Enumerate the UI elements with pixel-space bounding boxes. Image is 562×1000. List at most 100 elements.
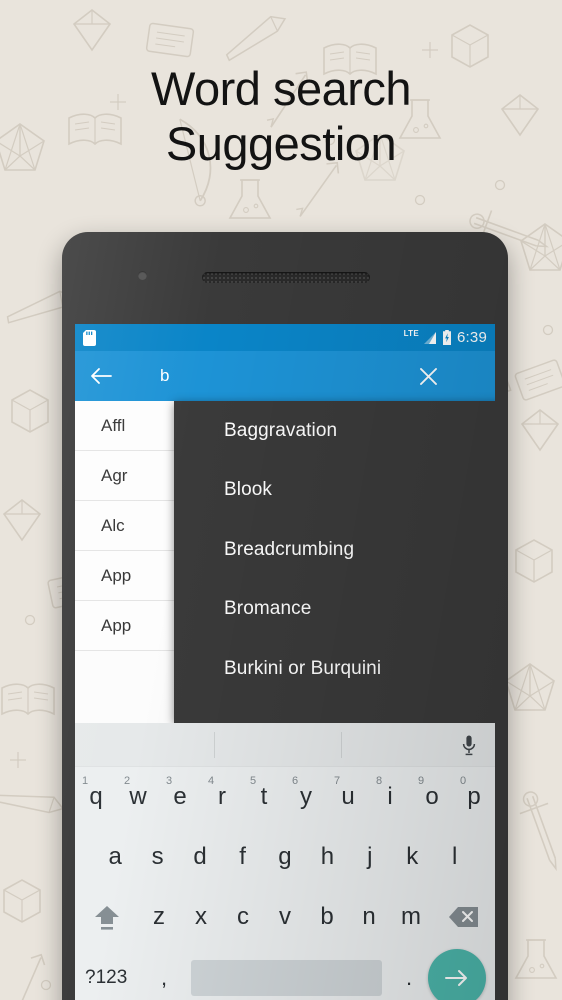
result-label: Agr <box>101 465 128 485</box>
key-label: d <box>193 843 207 870</box>
key-label: g <box>278 843 292 870</box>
key-label: k <box>406 843 419 870</box>
key-r[interactable]: 4r <box>201 767 243 827</box>
key-h[interactable]: h <box>306 827 348 887</box>
key-label: s <box>151 843 164 870</box>
list-item[interactable]: Breadcrumbing <box>174 520 495 580</box>
key-label: l <box>452 843 458 870</box>
key-b[interactable]: b <box>306 887 348 947</box>
key-label: w <box>129 783 147 810</box>
key-k[interactable]: k <box>391 827 433 887</box>
key-number: 9 <box>418 775 425 787</box>
key-label: y <box>300 783 312 810</box>
keyboard-suggestion-strip[interactable] <box>75 723 495 767</box>
key-label: h <box>320 843 335 870</box>
headline-line-1: Word search <box>150 62 412 115</box>
key-label: x <box>195 903 207 930</box>
key-label: q <box>89 783 103 810</box>
backspace-icon <box>448 907 478 927</box>
overflow-menu-button[interactable] <box>451 351 495 401</box>
on-screen-keyboard: 1q 2w 3e 4r 5t 6y 7u 8i 9o 0p a s d f g … <box>75 723 495 1000</box>
key-m[interactable]: m <box>390 887 432 947</box>
status-bar-clock: 6:39 <box>457 329 487 346</box>
list-item[interactable]: Blook <box>174 461 495 521</box>
voice-input-button[interactable] <box>457 732 481 758</box>
list-item[interactable]: Bromance <box>174 580 495 640</box>
backspace-key[interactable] <box>432 887 495 947</box>
clear-search-button[interactable] <box>405 351 451 401</box>
comma-key[interactable]: , <box>145 947 183 1000</box>
microphone-icon <box>462 735 476 755</box>
key-n[interactable]: n <box>348 887 390 947</box>
shift-key[interactable] <box>75 887 138 947</box>
key-o[interactable]: 9o <box>411 767 453 827</box>
key-label: v <box>279 903 291 930</box>
list-item[interactable]: Burkini or Burquini <box>174 639 495 699</box>
search-toolbar: b <box>75 351 495 401</box>
key-w[interactable]: 2w <box>117 767 159 827</box>
key-label: r <box>218 783 226 810</box>
suggestion-label: Baggravation <box>224 419 338 441</box>
key-y[interactable]: 6y <box>285 767 327 827</box>
list-item[interactable] <box>174 699 495 724</box>
result-label: App <box>101 615 132 635</box>
result-label: Alc <box>101 515 125 535</box>
key-g[interactable]: g <box>264 827 306 887</box>
key-label: c <box>237 903 249 930</box>
suggestion-label: Bromance <box>224 598 312 620</box>
key-f[interactable]: f <box>221 827 263 887</box>
key-label: j <box>367 843 373 870</box>
enter-key[interactable] <box>428 949 486 1000</box>
key-i[interactable]: 8i <box>369 767 411 827</box>
key-label: m <box>401 903 421 930</box>
back-button[interactable] <box>75 351 127 401</box>
symbols-key[interactable]: ?123 <box>75 947 145 1000</box>
key-label: n <box>362 903 376 930</box>
key-v[interactable]: v <box>264 887 306 947</box>
key-number: 6 <box>292 775 299 787</box>
key-l[interactable]: l <box>434 827 476 887</box>
status-bar: LTE 6:39 <box>75 324 495 351</box>
key-c[interactable]: c <box>222 887 264 947</box>
key-x[interactable]: x <box>180 887 222 947</box>
strip-divider <box>341 732 342 758</box>
enter-arrow-icon <box>445 970 467 986</box>
headline-line-2: Suggestion <box>165 116 397 170</box>
shift-icon <box>94 906 119 930</box>
period-key[interactable]: . <box>390 947 428 1000</box>
key-number: 2 <box>124 775 131 787</box>
key-number: 8 <box>376 775 383 787</box>
suggestion-label: Blook <box>224 479 273 501</box>
key-label: e <box>173 783 187 810</box>
key-s[interactable]: s <box>136 827 178 887</box>
search-suggestions-dropdown[interactable]: Baggravation Blook Breadcrumbing Bromanc… <box>174 401 495 723</box>
suggestion-label: Breadcrumbing <box>224 538 355 560</box>
key-e[interactable]: 3e <box>159 767 201 827</box>
key-t[interactable]: 5t <box>243 767 285 827</box>
key-p[interactable]: 0p <box>453 767 495 827</box>
phone-top-bezel <box>62 232 508 324</box>
key-j[interactable]: j <box>349 827 391 887</box>
key-a[interactable]: a <box>94 827 136 887</box>
status-bar-left <box>83 329 96 346</box>
back-arrow-icon <box>91 368 112 384</box>
space-key[interactable] <box>191 960 382 996</box>
key-z[interactable]: z <box>138 887 180 947</box>
key-d[interactable]: d <box>179 827 221 887</box>
key-label: f <box>239 843 246 870</box>
list-item[interactable]: Baggravation <box>174 401 495 461</box>
promo-headline: Word search Suggestion <box>0 62 562 172</box>
battery-charging-icon <box>443 330 451 345</box>
key-u[interactable]: 7u <box>327 767 369 827</box>
key-number: 0 <box>460 775 467 787</box>
key-q[interactable]: 1q <box>75 767 117 827</box>
earpiece-grille-icon <box>202 272 370 283</box>
search-input[interactable]: b <box>127 366 405 386</box>
result-label: App <box>101 565 132 585</box>
keyboard-row-2: a s d f g h j k l <box>75 827 495 887</box>
suggestion-label: Burkini or Burquini <box>224 657 382 679</box>
key-label: a <box>108 843 122 870</box>
status-bar-right: LTE 6:39 <box>404 329 487 346</box>
phone-screen: LTE 6:39 b Affl Agr Alc App App Baggrava… <box>75 324 495 1000</box>
key-number: 4 <box>208 775 215 787</box>
